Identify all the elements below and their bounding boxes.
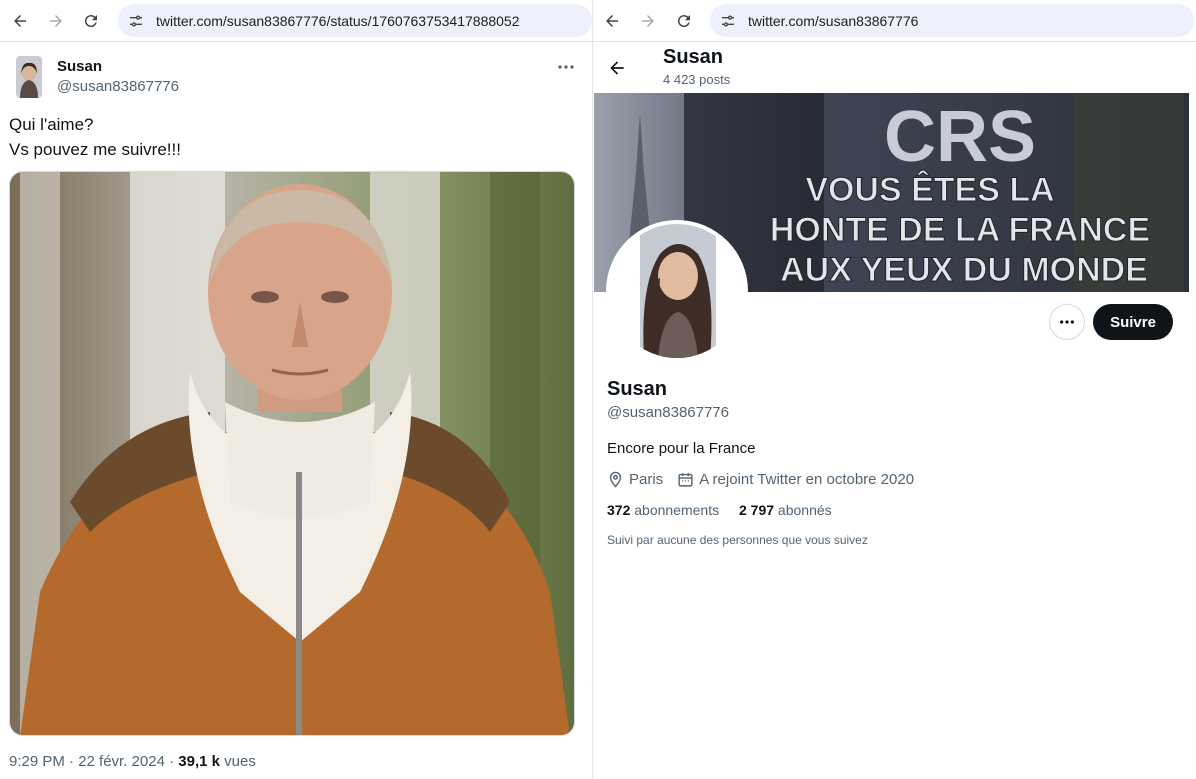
forward-button[interactable]	[636, 9, 660, 33]
tune-icon	[722, 15, 734, 26]
tweet-views-label: vues	[219, 753, 256, 770]
browser-toolbar: twitter.com/susan83867776/status/1760763…	[0, 0, 592, 42]
forward-button[interactable]	[44, 9, 68, 33]
tweet-more-button[interactable]	[554, 58, 578, 76]
following-count: 372	[607, 502, 631, 518]
tweet-photo[interactable]	[9, 171, 575, 736]
back-button[interactable]	[600, 9, 624, 33]
followers-label: abonnés	[774, 502, 832, 518]
arrow-right-icon	[50, 15, 62, 27]
profile-back-button[interactable]	[605, 56, 629, 80]
profile-meta-row: Paris A rejoint Twitter en octobre 2020	[607, 471, 914, 488]
profile-name: Susan	[607, 378, 668, 400]
followed-by-text: Suivi par aucune des personnes que vous …	[607, 533, 868, 547]
calendar-icon	[678, 473, 693, 487]
location-pin-icon	[609, 471, 622, 488]
reload-icon	[84, 15, 97, 28]
profile-handle: @susan83867776	[607, 404, 729, 421]
banner-text-line: VOUS ÊTES LA	[805, 171, 1054, 209]
arrow-left-icon	[606, 15, 618, 27]
reload-icon	[677, 15, 690, 28]
followers-count: 2 797	[738, 502, 775, 518]
url-text: twitter.com/susan83867776/status/1760763…	[156, 12, 520, 29]
tweet-text: Qui l'aime? Vs pouvez me suivre!!!	[9, 112, 181, 162]
back-button[interactable]	[8, 9, 32, 33]
tweet-author-handle[interactable]: @susan83867776	[57, 78, 179, 95]
arrow-left-icon	[14, 15, 26, 27]
profile-post-count: 4 423 posts	[663, 72, 731, 87]
profile-bio: Encore pour la France	[607, 440, 756, 457]
profile-avatar[interactable]	[606, 220, 748, 362]
profile-window: twitter.com/susan83867776 Susan 4 423 po…	[592, 0, 1196, 779]
tweet-author-name[interactable]: Susan	[57, 58, 102, 75]
site-settings-button[interactable]	[122, 7, 150, 35]
tweet-timestamp[interactable]: 9:29 PM · 22 févr. 2024 ·	[9, 753, 178, 770]
arrow-right-icon	[642, 15, 654, 27]
site-settings-button[interactable]	[714, 7, 742, 35]
more-horizontal-icon	[558, 65, 574, 69]
reload-button[interactable]	[79, 9, 103, 33]
profile-join-date: A rejoint Twitter en octobre 2020	[699, 471, 915, 488]
tweet-text-line: Vs pouvez me suivre!!!	[9, 140, 181, 159]
browser-toolbar: twitter.com/susan83867776	[593, 0, 1196, 42]
banner-text-line: HONTE DE LA FRANCE	[770, 211, 1150, 249]
address-bar[interactable]: twitter.com/susan83867776/status/1760763…	[118, 4, 592, 37]
tune-icon	[130, 15, 142, 26]
banner-text-line: CRS	[884, 97, 1036, 177]
following-link[interactable]: 372 abonnements	[607, 502, 719, 518]
more-horizontal-icon	[1060, 320, 1074, 324]
tweet-window: twitter.com/susan83867776/status/1760763…	[0, 0, 592, 779]
profile-location: Paris	[629, 471, 664, 488]
arrow-left-icon	[610, 61, 624, 75]
following-label: abonnements	[630, 502, 720, 518]
follow-button[interactable]: Suivre	[1093, 304, 1173, 340]
followers-link[interactable]: 2 797 abonnés	[739, 502, 832, 518]
tweet-text-line: Qui l'aime?	[9, 115, 94, 134]
profile-stats: 372 abonnements 2 797 abonnés	[607, 502, 848, 518]
tweet-metadata: 9:29 PM · 22 févr. 2024 · 39,1 k vues	[9, 753, 256, 770]
banner-text-line: AUX YEUX DU MONDE	[780, 251, 1148, 289]
tweet-views-count: 39,1 k	[178, 753, 220, 770]
profile-more-button[interactable]	[1049, 304, 1085, 340]
reload-button[interactable]	[672, 9, 696, 33]
profile-header-name: Susan	[663, 46, 724, 68]
url-text: twitter.com/susan83867776	[748, 12, 919, 29]
address-bar[interactable]: twitter.com/susan83867776	[710, 4, 1194, 37]
tweet-author-avatar[interactable]	[16, 56, 42, 98]
